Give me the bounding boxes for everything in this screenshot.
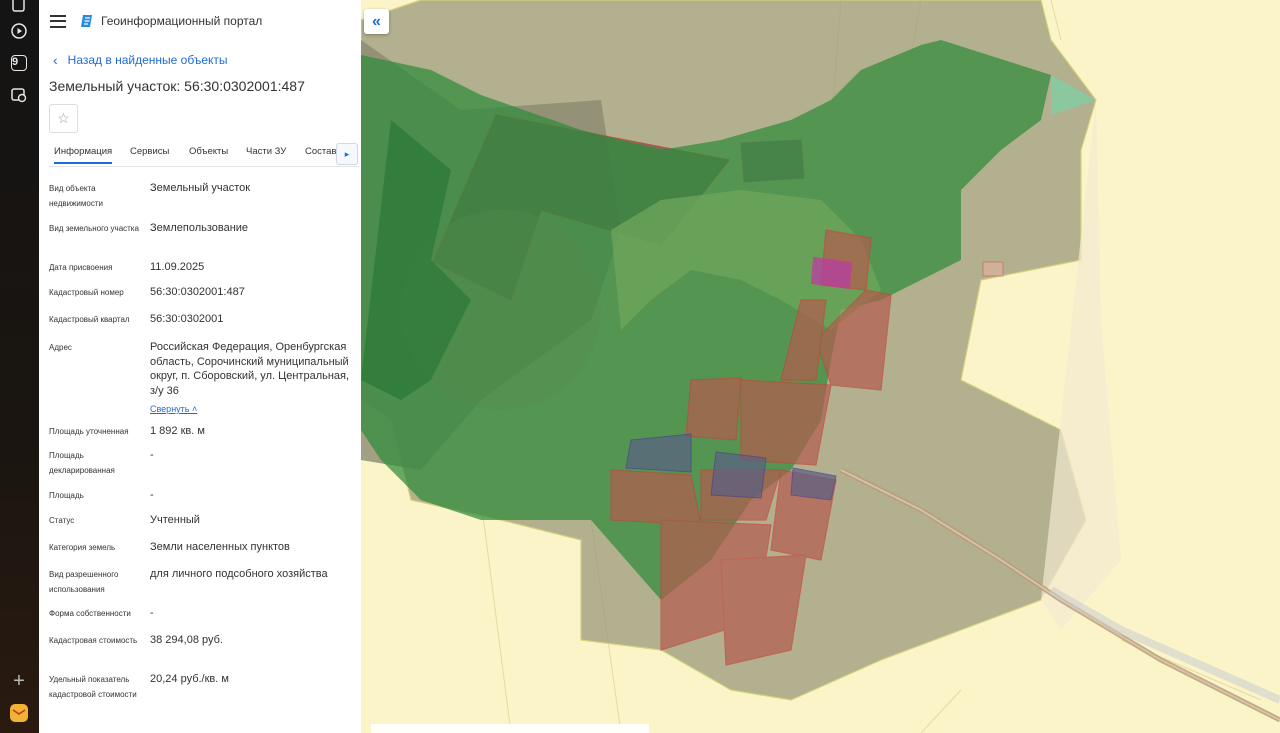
satellite-map[interactable]: [361, 0, 1280, 733]
tab-land-parts[interactable]: Части ЗУ: [246, 146, 286, 157]
notes-icon[interactable]: [10, 0, 28, 14]
info-panel: Геоинформационный портал ‹ Назад в найде…: [39, 0, 362, 733]
back-to-results-link[interactable]: ‹ Назад в найденные объекты: [53, 52, 228, 68]
field-label: Вид разрешенного использования: [49, 570, 119, 594]
field-value: для личного подсобного хозяйства: [150, 568, 328, 580]
field-value: 20,24 руб./кв. м: [150, 673, 229, 685]
field-label: Статус: [49, 516, 75, 525]
field-label: Площадь декларированная: [49, 451, 115, 475]
browser-sidebar: 9 +: [0, 0, 39, 733]
field-value: Учтенный: [150, 514, 200, 526]
tab-count-icon[interactable]: 9: [10, 54, 28, 72]
tabs-scroll-right-button[interactable]: ▸: [336, 143, 358, 165]
collapse-link-label: Свернуть: [150, 404, 190, 414]
field-label: Площадь: [49, 491, 84, 500]
tab-bar: Информация Сервисы Объекты Части ЗУ Сост…: [49, 140, 359, 167]
object-title: Земельный участок: 56:30:0302001:487: [49, 78, 305, 94]
triangle-right-icon: ▸: [344, 148, 350, 159]
field-value: Земли населенных пунктов: [150, 541, 290, 553]
field-label: Вид объекта недвижимости: [49, 184, 103, 208]
mail-app-icon[interactable]: [10, 704, 28, 722]
field-label: Кадастровый номер: [49, 288, 124, 297]
field-value: 38 294,08 руб.: [150, 634, 223, 646]
field-value: 1 892 кв. м: [150, 425, 205, 437]
field-value: Землепользование: [150, 222, 249, 234]
address-text: Российская Федерация, Оренбургская облас…: [150, 341, 350, 397]
panel-header: Геоинформационный портал: [50, 14, 262, 28]
favorite-star-button[interactable]: ☆: [49, 104, 78, 133]
chevron-up-icon: ˄: [192, 404, 198, 414]
field-label: Категория земель: [49, 543, 116, 552]
field-value: 56:30:0302001:487: [150, 286, 245, 298]
tab-count-badge: 9: [11, 55, 27, 71]
menu-icon[interactable]: [50, 14, 66, 28]
field-label: Форма собственности: [49, 609, 131, 618]
collapse-panel-button[interactable]: «: [364, 9, 389, 34]
field-label: Площадь уточненная: [49, 427, 129, 436]
play-icon[interactable]: [10, 22, 28, 40]
field-label: Кадастровая стоимость: [49, 636, 138, 645]
field-label: Дата присвоения: [49, 263, 113, 272]
chevron-left-icon: ‹: [53, 52, 58, 68]
tab-information[interactable]: Информация: [54, 146, 113, 164]
field-label: Адрес: [49, 343, 72, 352]
app-title: Геоинформационный портал: [101, 14, 263, 28]
star-icon: ☆: [57, 110, 70, 126]
field-label: Удельный показатель кадастровой стоимост…: [49, 675, 137, 699]
double-chevron-left-icon: «: [372, 12, 381, 30]
field-value: -: [150, 607, 154, 619]
field-value: 56:30:0302001: [150, 313, 224, 325]
field-label: Вид земельного участка: [49, 224, 139, 233]
portal-logo-icon: [81, 15, 92, 27]
tab-objects[interactable]: Объекты: [189, 146, 228, 157]
field-value: 11.09.2025: [150, 261, 205, 273]
back-link-label: Назад в найденные объекты: [67, 53, 228, 67]
screenshot-icon[interactable]: [10, 86, 28, 104]
tab-composition[interactable]: Состав: [305, 146, 336, 157]
collapse-address-link[interactable]: Свернуть ˄: [150, 402, 197, 417]
tab-services[interactable]: Сервисы: [130, 146, 169, 157]
map-view[interactable]: [361, 0, 1280, 733]
field-value: -: [150, 489, 154, 501]
field-value: -: [150, 449, 154, 461]
field-value: Земельный участок: [150, 182, 251, 194]
add-icon[interactable]: +: [10, 670, 28, 692]
field-value: Российская Федерация, Оренбургская облас…: [150, 340, 355, 417]
field-label: Кадастровый квартал: [49, 315, 130, 324]
